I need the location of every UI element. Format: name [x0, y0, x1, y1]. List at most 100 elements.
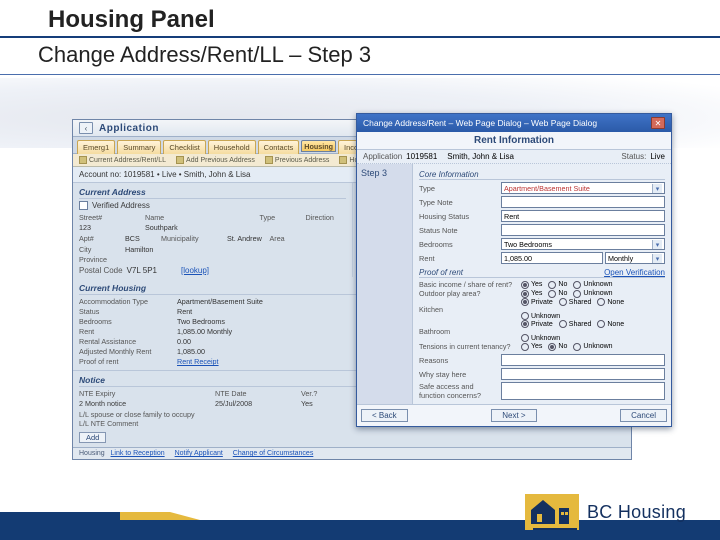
meta-status-k: Status:: [621, 152, 646, 161]
next-button[interactable]: Next >: [491, 409, 536, 422]
postal-lookup-link[interactable]: [lookup]: [181, 266, 209, 275]
radio-option-label: Yes: [531, 290, 542, 297]
link-change-circ[interactable]: Change of Circumstances: [233, 450, 314, 457]
radio-bath-private[interactable]: [521, 320, 529, 328]
ch-label: Bedrooms: [79, 317, 171, 326]
house-icon: [525, 494, 579, 530]
tab-contacts[interactable]: Contacts: [258, 140, 300, 154]
radio-play-no[interactable]: [548, 290, 556, 298]
field-rent-input[interactable]: 1,085.00: [501, 252, 603, 264]
tab-checklist[interactable]: Checklist: [163, 140, 205, 154]
step-label: Step 3: [361, 168, 408, 178]
brand-logo: BC Housing: [525, 494, 686, 530]
radio-tenancy-unknown[interactable]: [573, 343, 581, 351]
field-hstat-label: Housing Status: [419, 212, 497, 221]
radio-option-label: Private: [531, 321, 553, 328]
radio-kitchen-none[interactable]: [597, 298, 605, 306]
chevron-down-icon: ▾: [652, 184, 662, 193]
link-reception[interactable]: Link to Reception: [111, 450, 165, 457]
subtitle-underline: [0, 74, 720, 75]
status-bar: Housing Link to Reception Notify Applica…: [73, 447, 631, 459]
radio-option-label: Yes: [531, 343, 542, 350]
radio-bath-shared[interactable]: [559, 320, 567, 328]
screenshot-region: ‹ Application ▢ ? Quick Menu Emerg1Summa…: [72, 119, 674, 460]
val-streetnum: 123: [79, 223, 141, 232]
cancel-button[interactable]: Cancel: [620, 409, 667, 422]
field-type-label: Type: [419, 184, 497, 193]
label-postal: Postal Code: [79, 266, 123, 275]
val-city: Hamilton: [125, 245, 346, 254]
chevron-down-icon: ▾: [652, 254, 662, 263]
val-postal: V7L 5P1: [127, 266, 157, 275]
field-typenote-input[interactable]: [501, 196, 665, 208]
meta-status-v: Live: [650, 152, 665, 161]
ch-label: Rental Assistance: [79, 337, 171, 346]
back-icon[interactable]: ‹: [79, 122, 93, 134]
footer-accent: [0, 512, 200, 520]
radio-kitchen-unknown[interactable]: [521, 312, 529, 320]
tab-housing[interactable]: Housing: [301, 140, 336, 152]
field-statnote-label: Status Note: [419, 226, 497, 235]
toolbar-item[interactable]: Previous Address: [265, 156, 329, 164]
val-muni: St. Andrew: [227, 234, 266, 243]
dialog-titlebar: Change Address/Rent – Web Page Dialog – …: [357, 114, 671, 132]
radio-option-label: Private: [531, 299, 553, 306]
section-proof: Proof of rent: [419, 268, 463, 277]
radio-tenancy-yes[interactable]: [521, 343, 529, 351]
link-notify[interactable]: Notify Applicant: [175, 450, 223, 457]
radio-tenancy-no[interactable]: [548, 343, 556, 351]
label-streettype: Type: [260, 213, 302, 222]
radio-option-label: Unknown: [531, 335, 560, 342]
tab-summary[interactable]: Summary: [117, 140, 161, 154]
radio-option-label: Unknown: [583, 343, 612, 350]
section-current-address: Current Address: [79, 187, 346, 199]
notice-k1: NTE Expiry: [79, 389, 209, 398]
notice-r2: 25/Jul/2008: [215, 399, 295, 408]
meta-name-v: Smith, John & Lisa: [447, 152, 514, 161]
safe-textarea[interactable]: [501, 382, 665, 400]
val-apt: BCS: [125, 234, 157, 243]
label-streetname: Name: [145, 213, 256, 222]
radio-label-bath: Bathroom: [419, 327, 519, 336]
meta-app-v: 1019581: [406, 152, 437, 161]
radio-bath-none[interactable]: [597, 320, 605, 328]
verified-address-checkbox[interactable]: [79, 201, 88, 210]
val-streettype: [260, 223, 302, 232]
ch-label: Proof of rent: [79, 357, 171, 366]
tab-household[interactable]: Household: [208, 140, 256, 154]
toolbar-item[interactable]: Current Address/Rent/LL: [79, 156, 166, 164]
radio-label-basic: Basic income / share of rent?: [419, 280, 519, 289]
radio-bath-unknown[interactable]: [521, 334, 529, 342]
field-rent-freq-select[interactable]: Monthly▾: [605, 252, 665, 264]
open-verification-link[interactable]: Open Verification: [604, 268, 665, 277]
meta-app-k: Application: [363, 152, 402, 161]
reasons-input[interactable]: [501, 354, 665, 366]
app-title: Application: [99, 123, 159, 134]
field-bed-select[interactable]: Two Bedrooms▾: [501, 238, 665, 250]
radio-option-label: Yes: [531, 281, 542, 288]
label-apt: Apt#: [79, 234, 121, 243]
val-streetname: Southpark: [145, 223, 256, 232]
toolbar-item[interactable]: Add Previous Address: [176, 156, 255, 164]
close-icon[interactable]: ✕: [651, 117, 665, 129]
radio-kitchen-shared[interactable]: [559, 298, 567, 306]
tab-emerg1[interactable]: Emerg1: [77, 140, 115, 154]
radio-basic-yes[interactable]: [521, 281, 529, 289]
why-input[interactable]: [501, 368, 665, 380]
field-hstat-value: Rent: [501, 210, 665, 222]
label-muni: Municipality: [161, 234, 223, 243]
radio-basic-unknown[interactable]: [573, 281, 581, 289]
add-button[interactable]: Add: [79, 432, 106, 443]
radio-option-label: Unknown: [531, 313, 560, 320]
label-streetnum: Street#: [79, 213, 141, 222]
radio-option-label: Shared: [569, 321, 592, 328]
radio-kitchen-private[interactable]: [521, 298, 529, 306]
radio-play-yes[interactable]: [521, 290, 529, 298]
back-button[interactable]: < Back: [361, 409, 408, 422]
toolbar-icon: [176, 156, 184, 164]
field-type-select[interactable]: Apartment/Basement Suite▾: [501, 182, 665, 194]
radio-play-unknown[interactable]: [573, 290, 581, 298]
radio-basic-no[interactable]: [548, 281, 556, 289]
safe-label: Safe access and function concerns?: [419, 382, 497, 400]
field-statnote-input[interactable]: [501, 224, 665, 236]
